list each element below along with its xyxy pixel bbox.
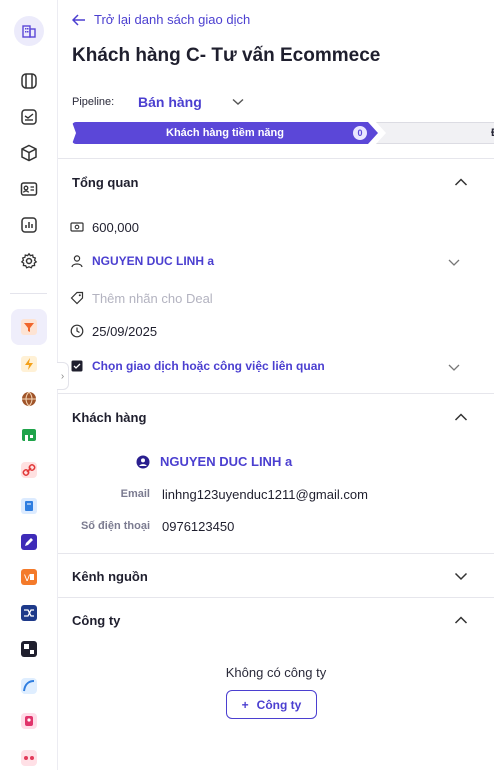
book-app-icon[interactable] xyxy=(19,496,39,516)
arrow-left-icon xyxy=(72,13,85,26)
user-circle-icon xyxy=(136,455,150,468)
customer-email: linhng123uyenduc1211@gmail.com xyxy=(162,487,368,502)
section-divider xyxy=(58,158,494,159)
box-icon[interactable] xyxy=(17,141,41,165)
gear-icon[interactable] xyxy=(17,249,41,273)
edit-app-icon[interactable] xyxy=(19,532,39,552)
customer-name-link[interactable]: NGUYEN DUC LINH a xyxy=(136,454,292,469)
clock-icon xyxy=(68,322,86,340)
money-icon xyxy=(68,218,86,236)
pipeline-select[interactable]: Bán hàng xyxy=(138,94,244,110)
group-app-icon[interactable] xyxy=(19,748,39,768)
page-title: Khách hàng C- Tư vấn Ecommece xyxy=(72,45,381,66)
stage-next[interactable]: Đã xyxy=(376,122,494,144)
chevron-up-icon[interactable] xyxy=(454,613,468,627)
chevron-down-icon xyxy=(232,98,244,105)
lightning-app-icon[interactable] xyxy=(19,354,39,374)
deal-date: 25/09/2025 xyxy=(92,323,158,339)
deal-owner-select[interactable]: NGUYEN DUC LINH a xyxy=(68,252,214,270)
deal-date-row[interactable]: 25/09/2025 xyxy=(68,322,157,340)
customer-section-title: Khách hàng xyxy=(72,410,147,425)
deal-tag-placeholder: Thêm nhãn cho Deal xyxy=(92,290,213,306)
deal-amount-row: 600,000 xyxy=(68,218,139,236)
report-icon[interactable] xyxy=(17,213,41,237)
svg-text:V: V xyxy=(24,574,31,584)
inbox-icon[interactable] xyxy=(17,105,41,129)
customer-phone: 0976123450 xyxy=(162,519,235,534)
sidebar: V xyxy=(0,0,58,770)
user-icon xyxy=(68,252,86,270)
overview-section-title: Tổng quan xyxy=(72,175,139,190)
add-company-label: Công ty xyxy=(256,697,302,712)
pipeline-label: Pipeline: xyxy=(72,96,115,108)
deal-owner-name: NGUYEN DUC LINH a xyxy=(92,254,215,268)
stage-active[interactable]: Khách hàng tiềm năng 0 xyxy=(72,122,378,144)
back-link-label: Trở lại danh sách giao dịch xyxy=(94,12,251,27)
curve-app-icon[interactable] xyxy=(19,676,39,696)
voucher-app-icon[interactable]: V xyxy=(19,567,39,587)
panel-icon[interactable] xyxy=(17,69,41,93)
checklist-icon xyxy=(68,357,86,375)
related-placeholder: Chọn giao dịch hoặc công việc liên quan xyxy=(92,359,325,373)
chevron-down-icon[interactable] xyxy=(454,569,468,583)
email-label: Email xyxy=(120,488,150,500)
chevron-down-icon[interactable] xyxy=(448,361,460,373)
chevron-down-icon[interactable] xyxy=(448,256,460,268)
source-section-title: Kênh nguồn xyxy=(72,569,148,584)
pipeline-stage-bar: Khách hàng tiềm năng 0 Đã xyxy=(72,122,494,144)
funnel-app-icon[interactable] xyxy=(11,309,47,345)
phone-label: Số điện thoại xyxy=(80,520,150,532)
layout-app-icon[interactable] xyxy=(19,639,39,659)
globe-app-icon[interactable] xyxy=(19,389,39,409)
pipeline-selected-value: Bán hàng xyxy=(138,94,202,110)
company-empty-text: Không có công ty xyxy=(225,665,327,680)
plus-icon: + xyxy=(241,697,249,712)
related-select[interactable]: Chọn giao dịch hoặc công việc liên quan xyxy=(68,357,325,375)
deal-amount: 600,000 xyxy=(92,219,139,235)
section-divider xyxy=(58,553,494,554)
deal-detail-panel: Trở lại danh sách giao dịch Khách hàng C… xyxy=(58,0,494,770)
building-icon[interactable] xyxy=(14,16,44,46)
sidebar-divider xyxy=(10,293,47,294)
store-app-icon[interactable] xyxy=(19,425,39,445)
chevron-up-icon[interactable] xyxy=(454,175,468,189)
sidebar-collapse-toggle[interactable]: › xyxy=(57,362,69,390)
shuffle-app-icon[interactable] xyxy=(19,603,39,623)
stage-active-label: Khách hàng tiềm năng xyxy=(166,127,284,139)
deal-tag-input[interactable]: Thêm nhãn cho Deal xyxy=(68,289,213,307)
contact-card-icon[interactable] xyxy=(17,177,41,201)
customer-name: NGUYEN DUC LINH a xyxy=(160,454,293,469)
stage-count-badge: 0 xyxy=(353,126,367,140)
tag-icon xyxy=(68,289,86,307)
section-divider xyxy=(58,597,494,598)
badge-app-icon[interactable] xyxy=(19,711,39,731)
company-section-title: Công ty xyxy=(72,613,121,628)
section-divider xyxy=(58,393,494,394)
chevron-up-icon[interactable] xyxy=(454,410,468,424)
link-app-icon[interactable] xyxy=(19,460,39,480)
back-link[interactable]: Trở lại danh sách giao dịch xyxy=(72,12,250,27)
add-company-button[interactable]: + Công ty xyxy=(226,690,317,719)
